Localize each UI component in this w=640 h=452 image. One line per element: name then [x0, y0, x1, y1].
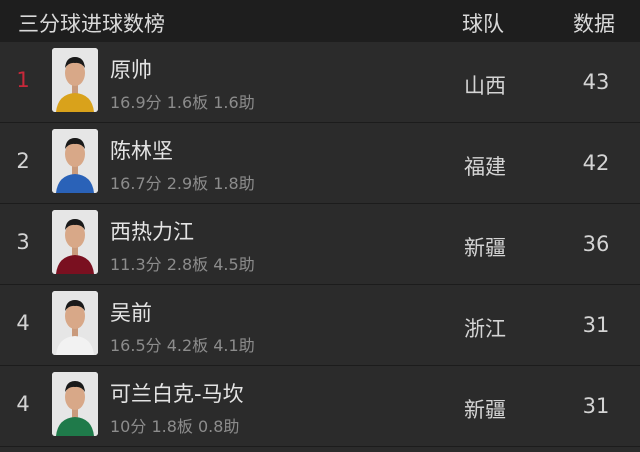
three-pointers-made: 42 — [582, 151, 610, 175]
data-column-header[interactable]: 数据 — [573, 8, 615, 38]
player-row[interactable]: 2 陈林坚 16.7分 2.9板 1.8助 福建 42 — [0, 123, 640, 204]
three-pointers-made: 36 — [582, 232, 610, 256]
player-name[interactable]: 西热力江 — [110, 216, 194, 246]
leaderboard: 三分球进球数榜 球队 数据 1 原帅 16.9分 1.6板 1.6助 山西 43 2 陈林坚… — [0, 0, 640, 452]
leaderboard-header: 三分球进球数榜 球队 数据 — [0, 0, 640, 42]
three-pointers-made: 43 — [582, 70, 610, 94]
rank-number: 3 — [16, 230, 30, 254]
player-row[interactable]: 4 吴前 16.5分 4.2板 4.1助 浙江 31 — [0, 285, 640, 366]
player-name[interactable]: 原帅 — [110, 54, 152, 84]
three-pointers-made: 31 — [582, 394, 610, 418]
player-stats: 16.9分 1.6板 1.6助 — [110, 93, 255, 112]
player-stats: 11.3分 2.8板 4.5助 — [110, 255, 255, 274]
player-avatar — [52, 372, 98, 436]
player-stats: 16.7分 2.9板 1.8助 — [110, 174, 255, 193]
player-avatar — [52, 210, 98, 274]
player-avatar — [52, 48, 98, 112]
player-team[interactable]: 山西 — [464, 70, 506, 100]
player-list: 1 原帅 16.9分 1.6板 1.6助 山西 43 2 陈林坚 16.7分 2.9板 1.8… — [0, 42, 640, 447]
rank-number: 1 — [16, 68, 30, 92]
player-row[interactable]: 4 可兰白克-马坎 10分 1.8板 0.8助 新疆 31 — [0, 366, 640, 447]
player-team[interactable]: 浙江 — [464, 313, 506, 343]
player-team[interactable]: 新疆 — [464, 232, 506, 262]
three-pointers-made: 31 — [582, 313, 610, 337]
rank-number: 4 — [16, 311, 30, 335]
player-team[interactable]: 新疆 — [464, 394, 506, 424]
player-name[interactable]: 可兰白克-马坎 — [110, 378, 244, 408]
player-row[interactable]: 1 原帅 16.9分 1.6板 1.6助 山西 43 — [0, 42, 640, 123]
player-avatar — [52, 129, 98, 193]
leaderboard-title: 三分球进球数榜 — [18, 12, 165, 36]
player-name[interactable]: 吴前 — [110, 297, 152, 327]
player-team[interactable]: 福建 — [464, 151, 506, 181]
player-avatar — [52, 291, 98, 355]
player-stats: 10分 1.8板 0.8助 — [110, 417, 240, 436]
rank-number: 2 — [16, 149, 30, 173]
player-row[interactable]: 3 西热力江 11.3分 2.8板 4.5助 新疆 36 — [0, 204, 640, 285]
player-stats: 16.5分 4.2板 4.1助 — [110, 336, 255, 355]
rank-number: 4 — [16, 392, 30, 416]
player-name[interactable]: 陈林坚 — [110, 135, 173, 165]
team-column-header[interactable]: 球队 — [462, 8, 504, 38]
